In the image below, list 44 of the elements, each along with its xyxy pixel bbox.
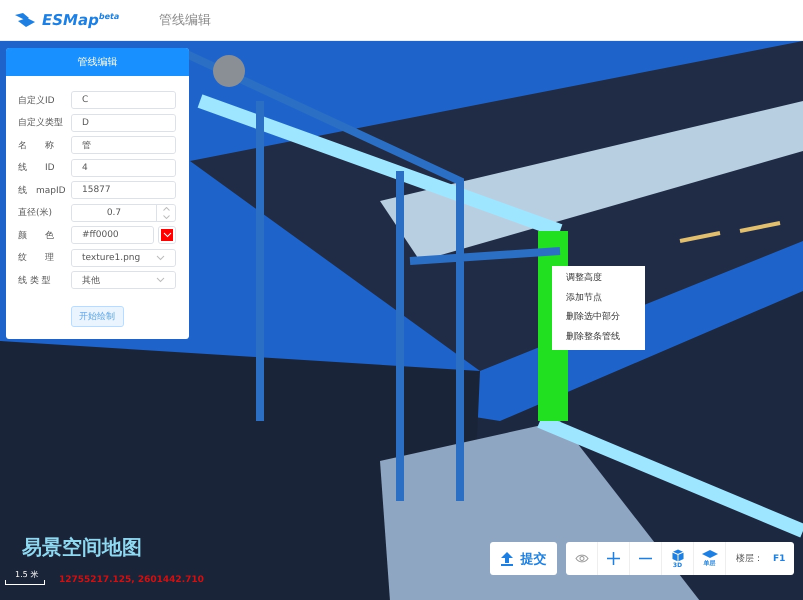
coordinates: 12755217.125, 2601442.710 (59, 575, 204, 585)
field-label: 颜 色 (18, 230, 55, 242)
field-label: 线 类 型 (18, 274, 52, 286)
caret-icon (156, 254, 165, 260)
plus-icon (607, 552, 620, 565)
field-label: 直径(米) (18, 206, 54, 219)
down-icon[interactable] (162, 214, 170, 218)
select-field[interactable]: texture1.png (71, 248, 176, 266)
select-field[interactable]: 其他 (71, 271, 176, 289)
brand-text: 易景空间地图 (22, 534, 142, 561)
input-field[interactable]: 15877 (71, 181, 176, 199)
scale-label: 1.5 米 (15, 569, 38, 580)
field-label: 线 ID (18, 162, 56, 174)
menu-item[interactable]: 添加节点 (552, 288, 645, 308)
field-label: 自定义类型 (18, 116, 64, 129)
input-field[interactable]: D (71, 114, 176, 132)
nav-link[interactable]: 管线编辑 (159, 11, 212, 29)
input-field[interactable]: 管 (71, 136, 176, 154)
layers-icon (702, 550, 718, 558)
logo-text: ESMap$^{beta}$ (42, 11, 120, 29)
caret-icon (156, 277, 165, 283)
floor-selector[interactable]: F1 (773, 554, 786, 564)
menu-item[interactable]: 调整高度 (552, 269, 645, 288)
up-icon[interactable] (162, 206, 170, 210)
logo-icon (14, 12, 36, 28)
input-field[interactable]: #ff0000 (71, 226, 154, 244)
floor-label: 楼层： (736, 552, 763, 565)
menu-item[interactable]: 删除选中部分 (552, 308, 645, 328)
field-label: 纹 理 (18, 252, 55, 264)
panel-title: 管线编辑 (6, 48, 189, 76)
field-label: 名 称 (18, 140, 55, 152)
input-field[interactable]: 4 (71, 158, 176, 176)
caret-icon (162, 232, 172, 238)
eye-icon (574, 554, 588, 563)
input-field[interactable]: C (71, 91, 176, 109)
menu-item[interactable]: 删除整条管线 (552, 328, 645, 347)
cube-icon (672, 548, 684, 562)
field-label: 线 mapID (18, 184, 67, 196)
submit-button[interactable]: 提交 (490, 542, 557, 575)
color-picker[interactable] (158, 226, 176, 244)
number-field[interactable]: 0.7 (71, 204, 176, 222)
upload-icon (500, 552, 512, 566)
field-label: 自定义ID (18, 94, 56, 106)
minus-icon (639, 557, 652, 560)
